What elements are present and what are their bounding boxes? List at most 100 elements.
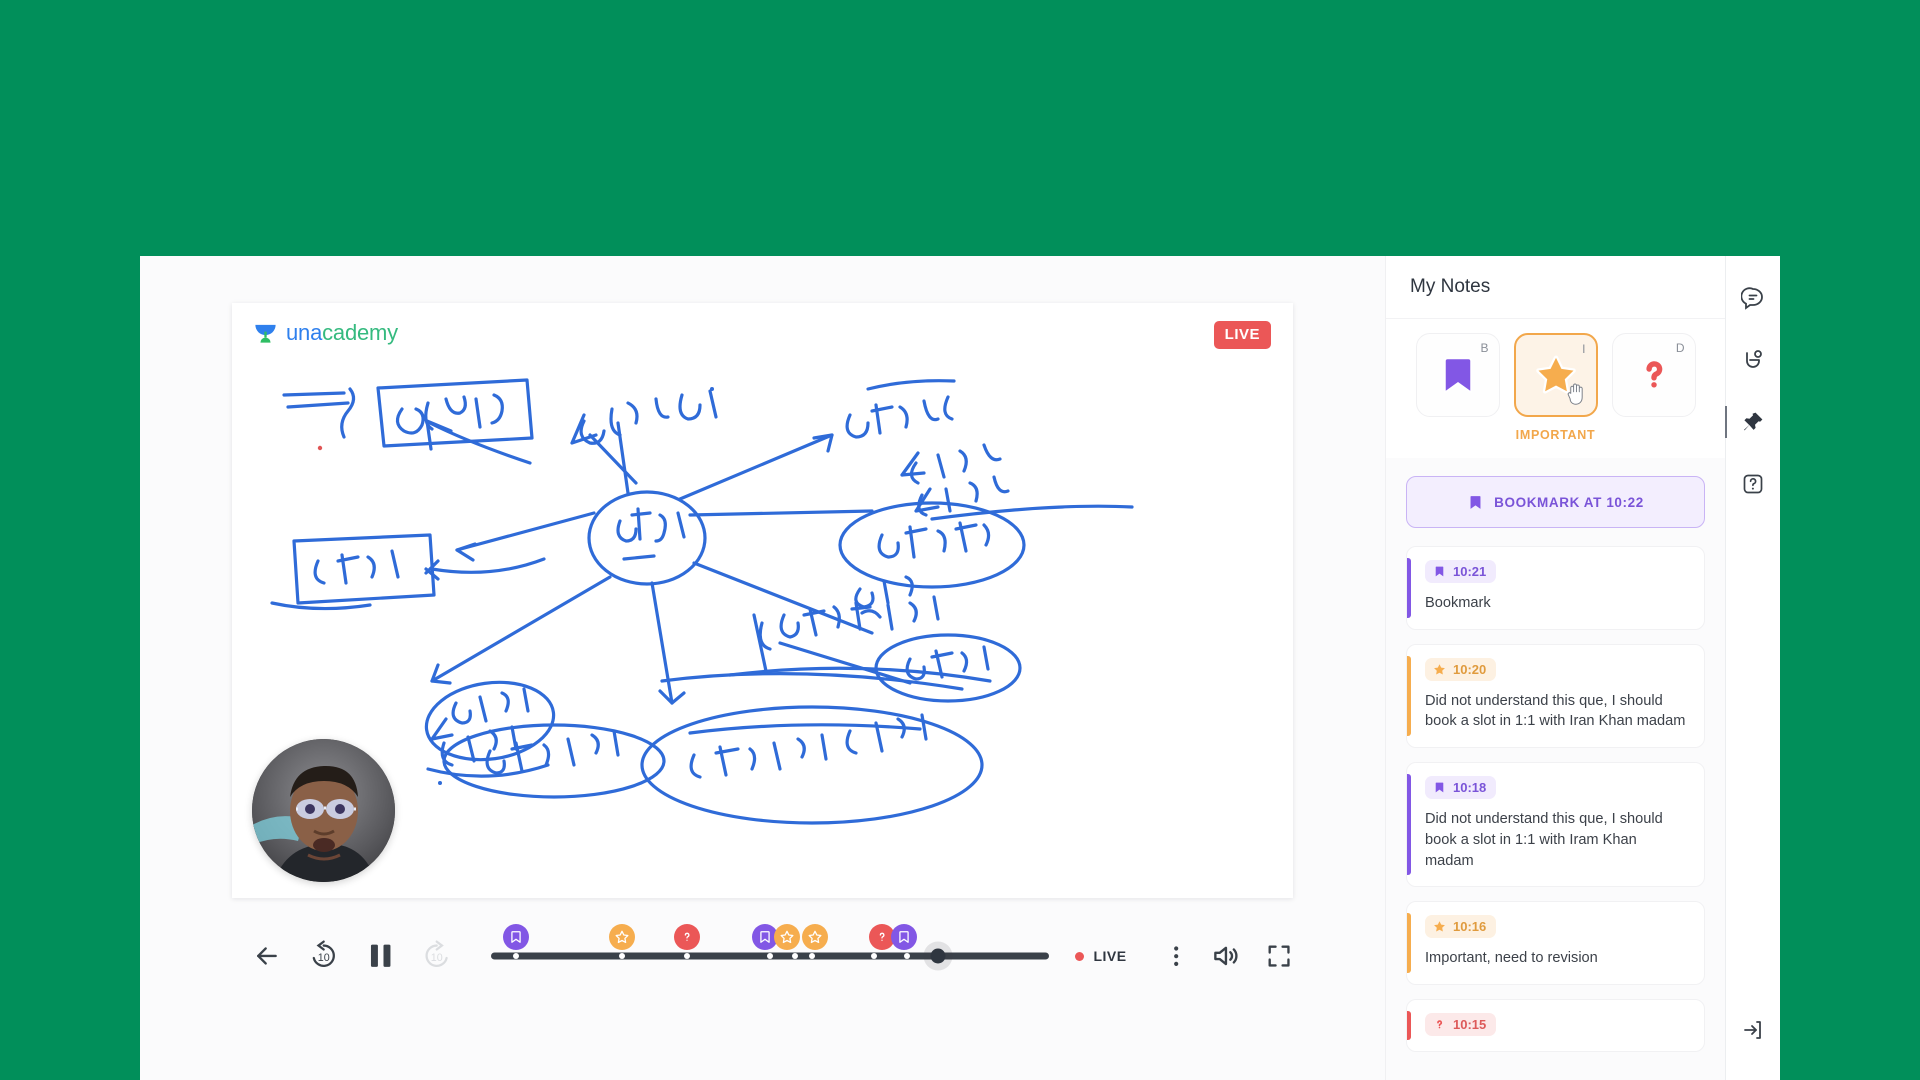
note-card[interactable]: 10:18 Did not understand this que, I shou… [1406,762,1705,888]
note-body-text: Did not understand this que, I should bo… [1425,811,1663,869]
selected-note-type-label: IMPORTANT [1515,428,1596,442]
notes-list[interactable]: BOOKMARK AT 10:22 10:21 Bookmark 10:20 Did … [1386,458,1725,1080]
note-accent-bar [1407,655,1411,737]
seek-marker-dot[interactable] [619,953,626,959]
seek-thumb[interactable] [930,948,946,964]
live-status[interactable]: LIVE [1075,948,1126,964]
brand-name-part2: cademy [322,319,398,345]
unacademy-logo: unacademy [252,319,398,346]
rewind-10-icon: 10 [312,940,335,968]
bookmark-icon [1442,356,1473,394]
note-body-text: Bookmark [1425,595,1491,611]
my-notes-panel: My Notes B I D IMPORTANT BOOKMARK AT 10:22… [1385,256,1725,1080]
player-controls: 10 10 LIVE [232,916,1293,996]
help-icon [1743,474,1763,494]
note-type-picker: B I D IMPORTANT [1386,318,1725,458]
player-column: unacademy LIVE 10 10 LIVE [140,256,1385,1080]
unacademy-class-page: unacademy LIVE 10 10 LIVE My Notes B I D… [140,256,1780,1080]
video-stage[interactable]: unacademy LIVE [232,303,1293,898]
note-card[interactable]: 10:20 Did not understand this que, I shou… [1406,643,1705,749]
star-icon [1434,921,1445,932]
note-accent-bar [1407,774,1411,876]
pin-notes-button[interactable] [1725,402,1773,442]
star-icon [1535,355,1576,394]
timeline-marker-bookmark[interactable] [503,924,530,950]
instructor-webcam[interactable] [252,739,395,882]
note-type-tile-important[interactable]: I [1513,333,1598,417]
question-icon [879,932,885,941]
chat-button[interactable] [1733,278,1773,318]
question-icon [684,932,689,941]
live-dot-icon [1075,951,1085,961]
timeline-marker-important[interactable] [609,924,636,950]
timeline-marker-doubt[interactable] [673,924,700,950]
seek-bar[interactable] [491,924,1050,984]
note-card[interactable]: 10:15 [1406,999,1705,1053]
note-timestamp-chip: 10:18 [1425,776,1497,800]
note-timestamp-chip: 10:20 [1425,657,1497,681]
note-type-tile-doubt[interactable]: D [1611,333,1696,417]
exit-class-button[interactable] [1733,1010,1773,1050]
svg-text:10: 10 [430,952,442,964]
forward-10-button[interactable]: 10 [420,937,453,975]
forward-10-icon: 10 [425,940,448,968]
raise-hand-icon [1746,350,1762,368]
star-icon [808,930,822,944]
timeline-marker-bookmark[interactable] [891,924,918,950]
question-icon [1437,1020,1443,1029]
note-timestamp: 10:15 [1453,1017,1487,1033]
note-cards-container: 10:21 Bookmark 10:20 Did not understand thi… [1406,546,1705,1053]
star-icon [780,930,794,944]
note-card[interactable]: 10:16 Important, need to revision [1406,901,1705,986]
note-body-text: Important, need to revision [1425,950,1598,967]
volume-button[interactable] [1211,939,1241,973]
brand-name-part1: una [286,319,323,345]
back-button[interactable] [252,939,282,973]
note-timestamp-chip: 10:21 [1425,560,1497,583]
note-type-row: BID [1415,333,1696,417]
right-tool-rail [1725,256,1780,1080]
note-type-shortcut-doubt: D [1675,341,1685,355]
seek-marker-dot[interactable] [767,953,774,959]
fullscreen-icon [1268,945,1290,967]
bookmark-icon [511,931,521,943]
notes-panel-title: My Notes [1410,276,1491,297]
note-timestamp: 10:20 [1453,661,1487,677]
exit-icon [1744,1021,1761,1039]
note-type-shortcut-bookmark: B [1480,341,1489,355]
seek-marker-dot[interactable] [683,953,690,959]
play-pause-button[interactable] [364,937,397,975]
star-icon [615,930,629,944]
rewind-10-button[interactable]: 10 [307,937,340,975]
seek-marker-dot[interactable] [870,953,877,959]
unacademy-bowl-logo [255,324,276,343]
help-button[interactable] [1733,464,1773,504]
seek-marker-dot[interactable] [792,953,799,959]
timeline-marker-important[interactable] [774,924,801,950]
bookmark-icon [1470,495,1481,509]
more-options-button[interactable] [1163,939,1189,973]
bookmark-icon [899,931,909,943]
instructor-video-frame [252,739,395,882]
seek-marker-dot[interactable] [809,953,816,959]
seek-marker-dot[interactable] [513,953,520,959]
chat-icon [1741,287,1763,310]
note-card[interactable]: 10:21 Bookmark [1406,546,1705,630]
live-status-label: LIVE [1093,948,1127,964]
note-type-tile-bookmark[interactable]: B [1415,333,1500,417]
note-timestamp: 10:16 [1453,919,1487,935]
star-icon [1434,663,1445,675]
brand-name: unacademy [286,320,398,346]
note-body-text: Did not understand this que, I should bo… [1425,692,1686,730]
svg-text:10: 10 [318,952,330,964]
raise-hand-button[interactable] [1733,340,1773,380]
bookmark-icon [1435,782,1444,793]
timeline-marker-important[interactable] [801,924,828,950]
bookmark-icon [759,931,770,943]
note-accent-bar [1407,558,1411,618]
fullscreen-button[interactable] [1265,940,1293,972]
note-accent-bar [1407,913,1411,974]
bookmark-now-button[interactable]: BOOKMARK AT 10:22 [1406,476,1705,528]
note-timestamp-chip: 10:15 [1425,1013,1497,1037]
seek-marker-dot[interactable] [904,953,911,959]
